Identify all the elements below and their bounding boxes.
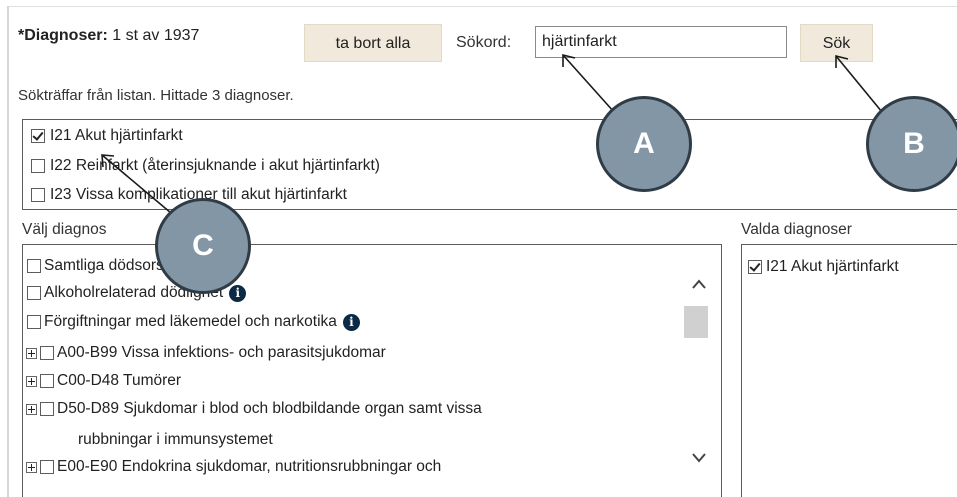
annotation-callout-a: A <box>596 96 692 192</box>
annotation-arrows <box>101 53 883 214</box>
annotation-callout-c: C <box>155 198 251 294</box>
annotation-callout-b: B <box>866 96 957 192</box>
